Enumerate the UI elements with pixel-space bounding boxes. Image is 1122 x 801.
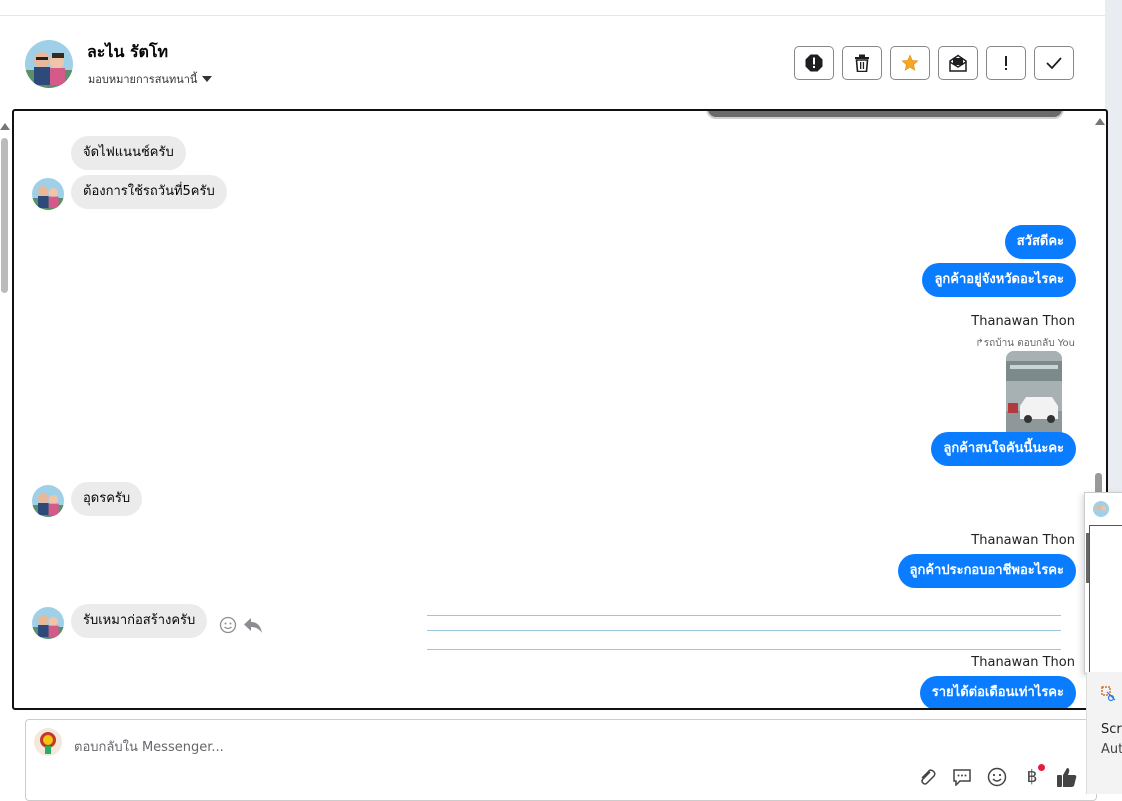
contact-avatar[interactable] <box>25 40 73 88</box>
incoming-message[interactable]: รับเหมาก่อสร้างครับ <box>71 604 208 638</box>
like-icon <box>1057 768 1077 787</box>
mark-done-button[interactable] <box>1034 46 1074 80</box>
reply-note: ↱รถบ้าน ตอบกลับ You <box>975 336 1075 351</box>
divider-line <box>427 615 1061 616</box>
important-icon <box>1005 56 1007 70</box>
assign-label: มอบหมายการสนทนานี้ <box>88 73 198 86</box>
sender-name: Thanawan Thon <box>971 314 1075 329</box>
previous-image-attachment[interactable] <box>706 111 1064 119</box>
caret-down-icon <box>202 76 213 82</box>
outgoing-message[interactable]: ลูกค้าสนใจคันนี้นะคะ <box>931 432 1076 466</box>
sender-name: Thanawan Thon <box>971 655 1075 670</box>
preview-content <box>1089 525 1122 673</box>
incoming-message[interactable]: จัดไฟแนนช์ครับ <box>71 136 186 170</box>
snipping-tool-notification[interactable]: Scre Aut <box>1086 672 1122 794</box>
thread-scroll-up-arrow-icon[interactable] <box>1095 118 1105 125</box>
payment-button[interactable]: ฿ <box>1021 764 1045 788</box>
alert-octagon-icon <box>805 54 823 72</box>
star-button[interactable] <box>890 46 930 80</box>
react-emoji-icon[interactable] <box>219 616 237 638</box>
page-avatar <box>34 728 62 756</box>
conversation-toolbar <box>794 46 1074 80</box>
saved-reply-button[interactable] <box>951 766 973 788</box>
contact-name: ละไน รัตโท <box>87 42 169 61</box>
assign-conversation-dropdown[interactable]: มอบหมายการสนทนานี้ <box>88 70 213 88</box>
outgoing-message[interactable]: ลูกค้าอยู่จังหวัดอะไรคะ <box>922 263 1076 297</box>
divider-line <box>427 630 1061 631</box>
reply-arrow-icon: ↱ <box>975 338 984 349</box>
contact-avatar-small[interactable] <box>32 607 64 639</box>
reply-note-text: รถบ้าน ตอบกลับ You <box>983 338 1075 349</box>
contact-avatar-small[interactable] <box>32 485 64 517</box>
notification-dot <box>1038 764 1045 771</box>
outgoing-message[interactable]: สวัสดีคะ <box>1004 225 1076 259</box>
left-scrollbar-thumb[interactable] <box>1 138 8 293</box>
like-button[interactable] <box>1056 766 1078 788</box>
notification-title: Scre <box>1101 722 1122 737</box>
top-bar <box>0 0 1105 16</box>
car-photo-attachment[interactable] <box>1006 351 1062 441</box>
divider-line <box>427 649 1061 650</box>
conversation-header: ละไน รัตโท มอบหมายการสนทนานี้ <box>12 16 1105 108</box>
sender-name: Thanawan Thon <box>971 533 1075 548</box>
outgoing-message[interactable]: รายได้ต่อเดือนเท่าไรคะ <box>919 676 1076 708</box>
preview-avatar <box>1093 501 1109 517</box>
incoming-message[interactable]: อุดรครับ <box>71 482 143 516</box>
preview-scrollbar[interactable] <box>1086 533 1089 583</box>
outgoing-message[interactable]: ลูกค้าประกอบอาชีพอะไรคะ <box>897 554 1076 588</box>
attach-button[interactable] <box>916 766 938 788</box>
emoji-icon <box>987 767 1007 787</box>
attach-icon <box>921 769 936 785</box>
reply-input[interactable]: ตอบกลับใน Messenger... <box>74 736 224 757</box>
reply-icon[interactable] <box>243 617 263 638</box>
star-icon <box>901 54 919 71</box>
composer-toolbar: ฿ <box>916 764 1078 788</box>
delete-button[interactable] <box>842 46 882 80</box>
check-icon <box>1046 57 1062 70</box>
emoji-button[interactable] <box>986 766 1008 788</box>
spam-button[interactable] <box>794 46 834 80</box>
scroll-up-arrow-icon[interactable] <box>0 123 10 130</box>
mark-unread-icon <box>949 54 967 72</box>
baht-payment-icon: ฿ <box>1026 767 1038 787</box>
saved-reply-icon <box>953 769 971 786</box>
incoming-message[interactable]: ต้องการใช้รถวันที่5ครับ <box>71 175 227 209</box>
contact-avatar-small[interactable] <box>32 178 64 210</box>
mark-unread-button[interactable] <box>938 46 978 80</box>
important-button[interactable] <box>986 46 1026 80</box>
reply-composer[interactable]: ตอบกลับใน Messenger... ฿ <box>25 719 1097 801</box>
snipping-tool-icon <box>1101 686 1116 702</box>
notification-subtitle: Aut <box>1101 742 1122 757</box>
trash-icon <box>855 54 869 72</box>
floating-chat-preview[interactable] <box>1084 492 1122 674</box>
message-thread[interactable]: จัดไฟแนนช์ครับ ต้องการใช้รถวันที่5ครับ ส… <box>12 109 1108 710</box>
